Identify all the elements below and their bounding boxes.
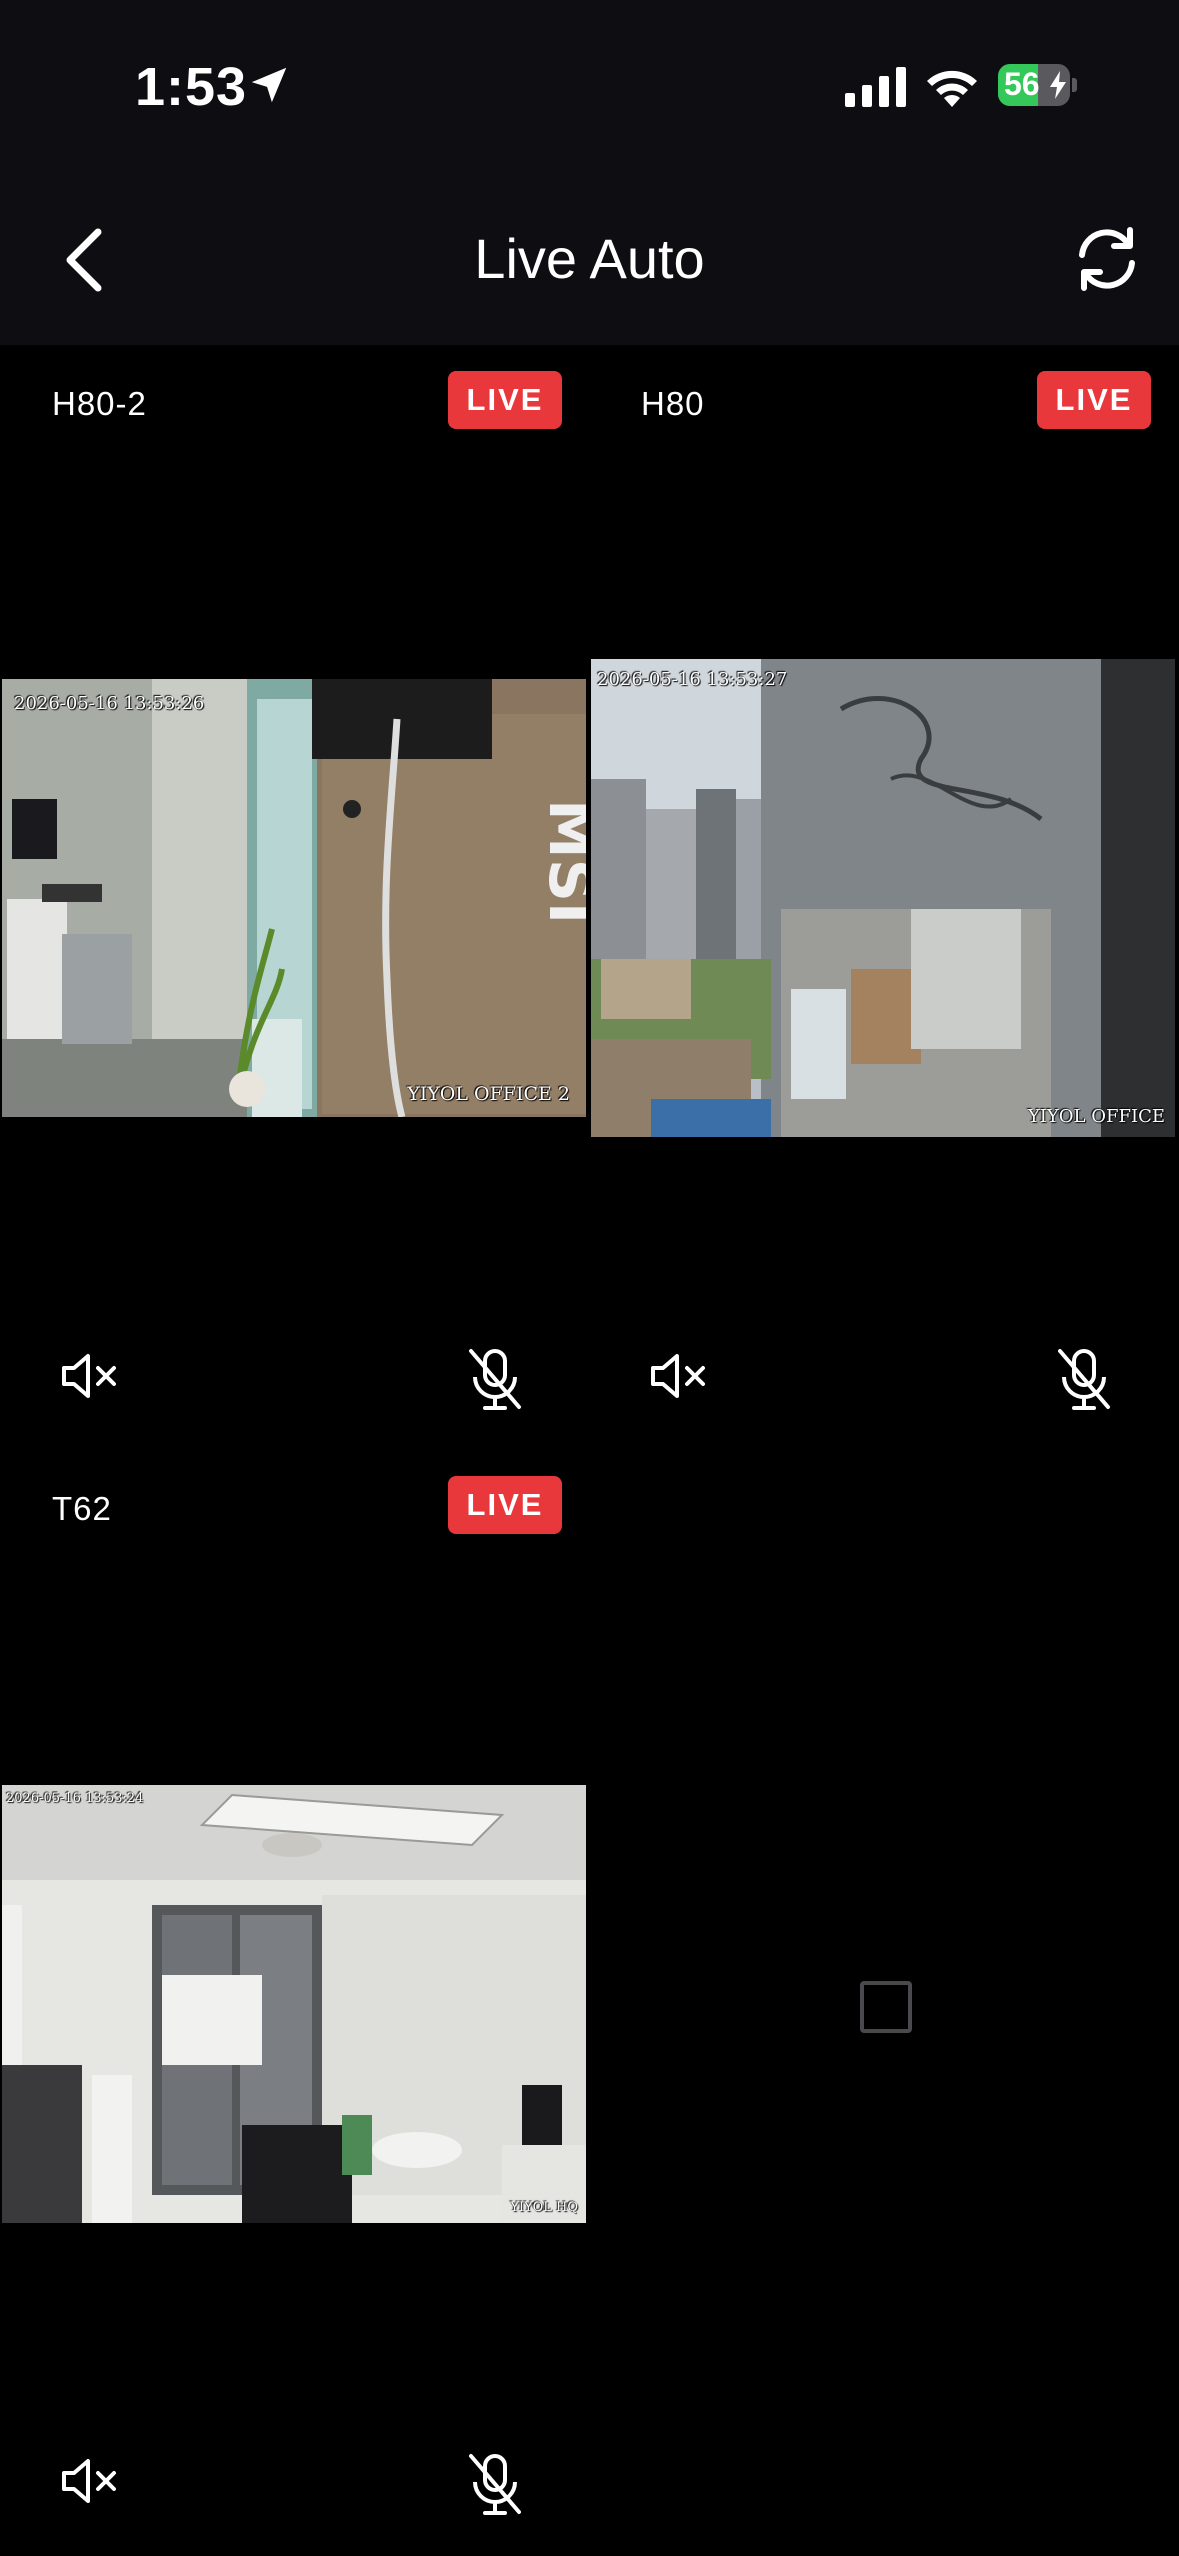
feed-watermark: YIYOL OFFICE 2 [407, 1083, 570, 1105]
refresh-button[interactable] [1070, 222, 1144, 296]
charging-bolt-icon [1050, 71, 1066, 99]
room-scene-image [2, 1785, 586, 2223]
camera-feed-t62[interactable]: 2026-05-16 13:53:24 YIYOL HQ [2, 1785, 586, 2223]
camera-feed-h80[interactable]: 2026-05-16 13:53:27 YIYOL OFFICE [591, 659, 1175, 1137]
camera-tile-h80-2[interactable]: H80-2 LIVE MSI 2026-05-16 13:53:26 YIYOL… [0, 345, 589, 1450]
camera-feed-h80-2[interactable]: MSI 2026-05-16 13:53:26 YIYOL OFFICE 2 [2, 679, 586, 1117]
nav-bar: Live Auto [0, 180, 1179, 345]
feed-timestamp: 2026-05-16 13:53:27 [597, 669, 788, 690]
page-title: Live Auto [474, 227, 705, 290]
wifi-icon [927, 70, 977, 107]
feed-watermark: YIYOL OFFICE [1027, 1106, 1165, 1127]
svg-text:MSI: MSI [535, 799, 586, 924]
speaker-muted-icon[interactable] [60, 1350, 122, 1402]
feed-timestamp: 2026-05-16 13:53:26 [14, 693, 205, 714]
battery-indicator: 56 [998, 64, 1077, 106]
empty-camera-slot[interactable] [589, 1450, 1178, 2555]
microphone-off-icon[interactable] [465, 2450, 525, 2518]
window-view-image [591, 659, 1175, 1137]
camera-tile-t62[interactable]: T62 LIVE 2026-05-16 13:53:24 YIYOL HQ [0, 1450, 589, 2555]
live-badge: LIVE [448, 371, 562, 429]
status-time: 1:53 [135, 57, 248, 117]
speaker-muted-icon[interactable] [649, 1350, 711, 1402]
feed-watermark: YIYOL HQ [510, 2200, 578, 2215]
feed-timestamp: 2026-05-16 13:53:24 [6, 1791, 144, 1806]
live-badge: LIVE [1037, 371, 1151, 429]
cellular-signal-icon [845, 67, 906, 107]
location-arrow-icon [251, 67, 287, 103]
battery-percent: 56 [1004, 66, 1040, 102]
speaker-muted-icon[interactable] [60, 2455, 122, 2507]
live-badge: LIVE [448, 1476, 562, 1534]
microphone-off-icon[interactable] [1054, 1345, 1114, 1413]
camera-name: H80 [641, 385, 705, 422]
camera-name: H80-2 [52, 385, 147, 422]
office-scene-image: MSI [2, 679, 586, 1117]
camera-tile-h80[interactable]: H80 LIVE 2026-05-16 13:53:27 YIYOL OFFIC… [589, 345, 1178, 1450]
status-bar: 1:53 56 [0, 0, 1179, 180]
camera-name: T62 [52, 1490, 112, 1527]
microphone-off-icon[interactable] [465, 1345, 525, 1413]
square-icon [860, 1981, 912, 2033]
